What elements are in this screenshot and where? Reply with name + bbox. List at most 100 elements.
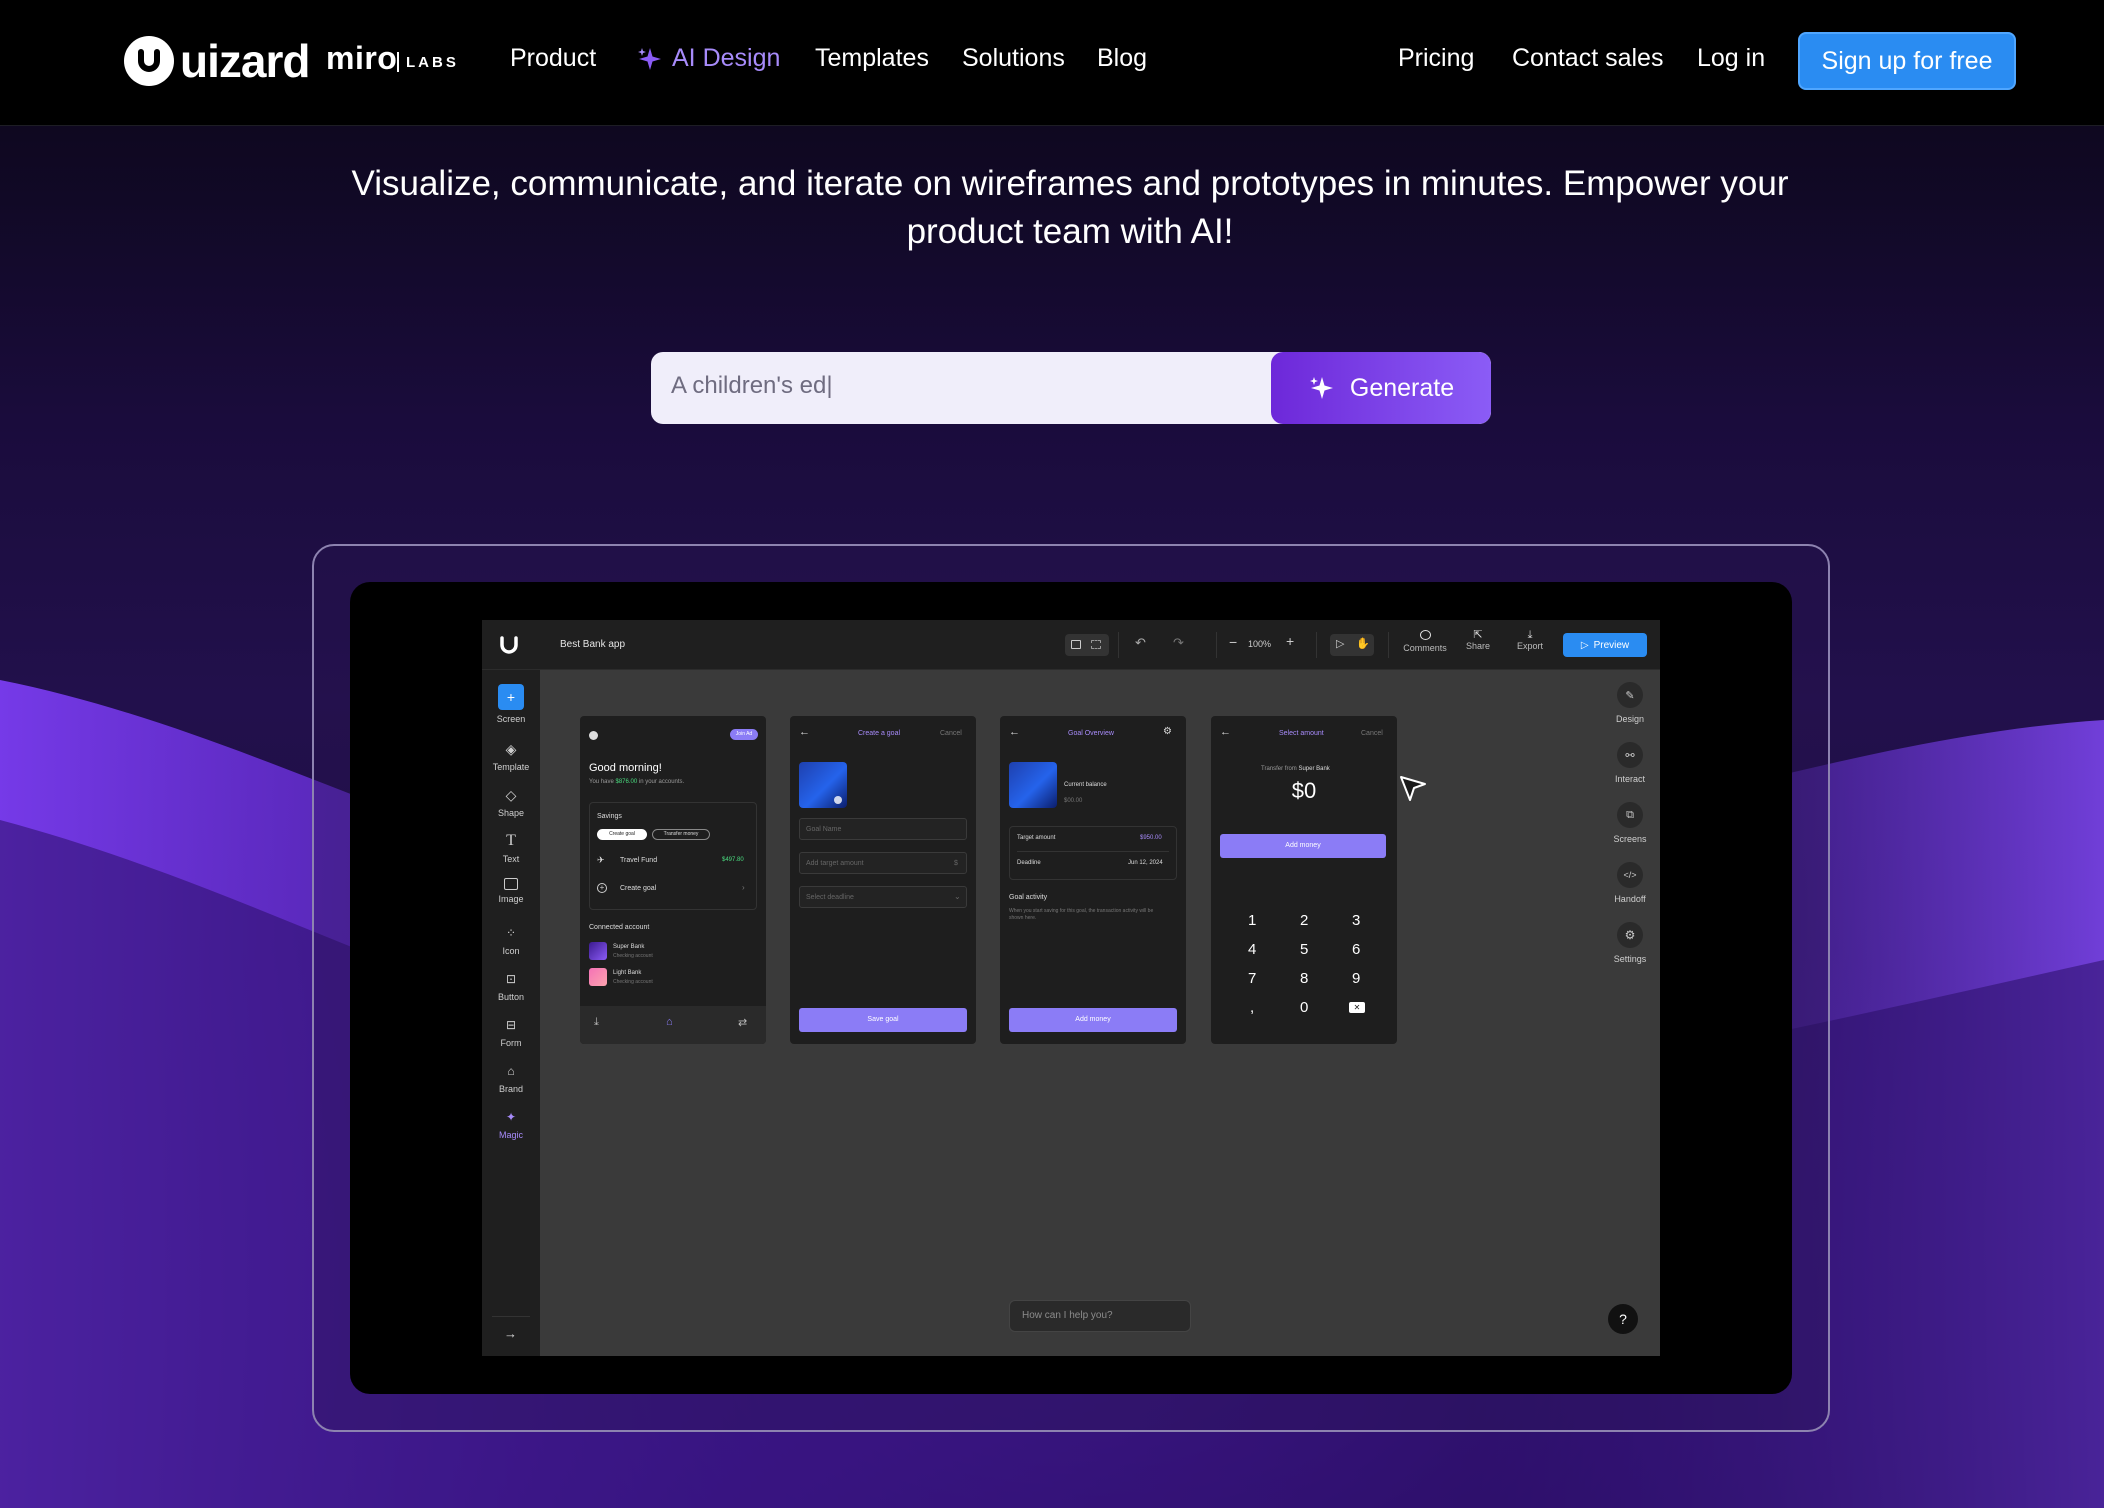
tool-magic[interactable]: ✦ Magic bbox=[482, 1108, 540, 1140]
tool-screen[interactable]: + Screen bbox=[482, 684, 540, 724]
goal-activity-note: When you start saving for this goal, the… bbox=[1009, 908, 1154, 921]
key-9[interactable]: 9 bbox=[1352, 970, 1360, 987]
hand-icon[interactable]: ✋ bbox=[1356, 637, 1370, 650]
preview-button[interactable]: ▷ Preview bbox=[1563, 633, 1647, 657]
nav-ai-design[interactable]: AI Design bbox=[636, 44, 780, 73]
nav-log-in[interactable]: Log in bbox=[1697, 44, 1765, 73]
create-goal-link[interactable]: Create goal bbox=[620, 885, 656, 892]
back-arrow-icon[interactable]: ← bbox=[799, 726, 810, 738]
help-button[interactable]: ? bbox=[1608, 1304, 1638, 1334]
nav-templates[interactable]: Templates bbox=[815, 44, 929, 73]
key-8[interactable]: 8 bbox=[1300, 970, 1308, 987]
view-toggle[interactable] bbox=[1065, 634, 1109, 656]
uizard-app-logo-icon[interactable] bbox=[498, 634, 520, 656]
back-arrow-icon[interactable]: ← bbox=[1220, 726, 1231, 738]
key-5[interactable]: 5 bbox=[1300, 941, 1308, 958]
goal-name-field[interactable]: Goal Name bbox=[799, 818, 967, 840]
screen-goal-overview[interactable]: ← Goal Overview ⚙ Current balance $00.00… bbox=[1000, 716, 1186, 1044]
nav-solutions[interactable]: Solutions bbox=[962, 44, 1065, 73]
zoom-out-icon[interactable]: − bbox=[1229, 634, 1237, 650]
tool-brand[interactable]: ⌂ Brand bbox=[482, 1062, 540, 1094]
tab-transfer-icon[interactable]: ⇄ bbox=[738, 1016, 747, 1029]
target-amount-label: Target amount bbox=[1017, 835, 1056, 841]
panel-interact[interactable]: ⚯ Interact bbox=[1600, 742, 1660, 784]
panel-design[interactable]: ✎ Design bbox=[1600, 682, 1660, 724]
tab-home-icon[interactable]: ⌂ bbox=[666, 1016, 673, 1028]
tool-form[interactable]: ⊟ Form bbox=[482, 1016, 540, 1048]
screen-create-goal[interactable]: ← Create a goal Cancel Goal Name Add tar… bbox=[790, 716, 976, 1044]
expand-arrow-icon[interactable]: → bbox=[504, 1326, 517, 1341]
nav-product[interactable]: Product bbox=[510, 44, 596, 73]
tool-shape[interactable]: ◇ Shape bbox=[482, 786, 540, 818]
cancel-link[interactable]: Cancel bbox=[1361, 730, 1383, 737]
pointer-icon[interactable]: ▷ bbox=[1336, 637, 1344, 650]
ai-assistant-input[interactable]: How can I help you? bbox=[1009, 1300, 1191, 1332]
zoom-level[interactable]: 100% bbox=[1248, 639, 1271, 649]
save-goal-button[interactable]: Save goal bbox=[799, 1008, 967, 1032]
cancel-link[interactable]: Cancel bbox=[940, 730, 962, 737]
key-6[interactable]: 6 bbox=[1352, 941, 1360, 958]
sign-up-button[interactable]: Sign up for free bbox=[1798, 32, 2016, 90]
zoom-in-icon[interactable]: + bbox=[1286, 633, 1294, 649]
goal-activity-title: Goal activity bbox=[1009, 894, 1048, 901]
comments-button[interactable]: Comments bbox=[1400, 630, 1450, 653]
generate-button[interactable]: Generate bbox=[1271, 352, 1491, 424]
add-goal-icon[interactable]: + bbox=[597, 883, 607, 893]
share-button[interactable]: ⇱ Share bbox=[1458, 629, 1498, 651]
backspace-icon[interactable]: ✕ bbox=[1349, 1002, 1365, 1013]
savings-card: Savings Create goal Transfer money ✈ Tra… bbox=[589, 802, 757, 910]
uizard-logo[interactable]: uizard bbox=[124, 34, 310, 88]
key-3[interactable]: 3 bbox=[1352, 912, 1360, 929]
goal-name-placeholder: Goal Name bbox=[806, 826, 842, 833]
bottom-tab-bar: ⤓ ⌂ ⇄ bbox=[580, 1006, 766, 1044]
screen-select-amount[interactable]: ← Select amount Cancel Transfer from Sup… bbox=[1211, 716, 1397, 1044]
add-money-button[interactable]: Add money bbox=[1220, 834, 1386, 858]
preview-label: Preview bbox=[1593, 639, 1630, 651]
panel-screens[interactable]: ⧉ Screens bbox=[1600, 802, 1660, 844]
prompt-input[interactable]: A children's ed| Generate bbox=[651, 352, 1491, 424]
tool-icon[interactable]: ⁘ Icon bbox=[482, 924, 540, 956]
add-money-button[interactable]: Add money bbox=[1009, 1008, 1177, 1032]
nav-blog[interactable]: Blog bbox=[1097, 44, 1147, 73]
cursor-mode-toggle[interactable]: ▷ ✋ bbox=[1330, 634, 1374, 656]
profile-icon[interactable] bbox=[589, 731, 598, 740]
redo-icon[interactable]: ↷ bbox=[1173, 635, 1184, 651]
export-button[interactable]: ⤓ Export bbox=[1510, 629, 1550, 651]
project-name[interactable]: Best Bank app bbox=[560, 639, 625, 650]
nav-contact-sales[interactable]: Contact sales bbox=[1512, 44, 1663, 73]
promo-badge[interactable]: Join Ad bbox=[730, 729, 758, 740]
desktop-view-icon[interactable] bbox=[1071, 640, 1081, 649]
code-icon: </> bbox=[1617, 862, 1643, 888]
transfer-chip[interactable]: Transfer money bbox=[652, 829, 710, 840]
labs-wordmark: LABS bbox=[406, 54, 459, 71]
tool-image[interactable]: Image bbox=[482, 878, 540, 904]
deadline-select[interactable]: Select deadline ⌄ bbox=[799, 886, 967, 908]
key-4[interactable]: 4 bbox=[1248, 941, 1256, 958]
tool-button[interactable]: ⊡ Button bbox=[482, 970, 540, 1002]
key-comma[interactable]: , bbox=[1250, 999, 1254, 1016]
gear-icon[interactable]: ⚙ bbox=[1163, 726, 1172, 737]
editor-app: Best Bank app ↶ ↷ − 100% + ▷ ✋ Comments … bbox=[482, 620, 1660, 1356]
panel-settings[interactable]: ⚙ Settings bbox=[1600, 922, 1660, 964]
link-icon: ⚯ bbox=[1617, 742, 1643, 768]
tab-upload-icon[interactable]: ⤓ bbox=[594, 1016, 599, 1029]
key-0[interactable]: 0 bbox=[1300, 999, 1308, 1016]
create-goal-chip[interactable]: Create goal bbox=[597, 829, 647, 840]
panel-handoff[interactable]: </> Handoff bbox=[1600, 862, 1660, 904]
key-1[interactable]: 1 bbox=[1248, 912, 1256, 929]
undo-icon[interactable]: ↶ bbox=[1135, 635, 1146, 651]
screen-home[interactable]: Join Ad Good morning! You have $876.00 i… bbox=[580, 716, 766, 1044]
prompt-input-value[interactable]: A children's ed| bbox=[671, 372, 833, 400]
key-2[interactable]: 2 bbox=[1300, 912, 1308, 929]
current-balance-label: Current balance bbox=[1064, 782, 1107, 788]
nav-pricing[interactable]: Pricing bbox=[1398, 44, 1474, 73]
wireframe-view-icon[interactable] bbox=[1091, 640, 1101, 649]
key-7[interactable]: 7 bbox=[1248, 970, 1256, 987]
mouse-cursor-icon bbox=[1400, 776, 1426, 801]
target-amount-field[interactable]: Add target amount $ bbox=[799, 852, 967, 874]
camera-icon[interactable] bbox=[834, 796, 842, 804]
tool-template[interactable]: ◈ Template bbox=[482, 740, 540, 772]
tool-text[interactable]: T Text bbox=[482, 832, 540, 864]
back-arrow-icon[interactable]: ← bbox=[1009, 726, 1020, 738]
form-icon: ⊟ bbox=[505, 1018, 517, 1032]
